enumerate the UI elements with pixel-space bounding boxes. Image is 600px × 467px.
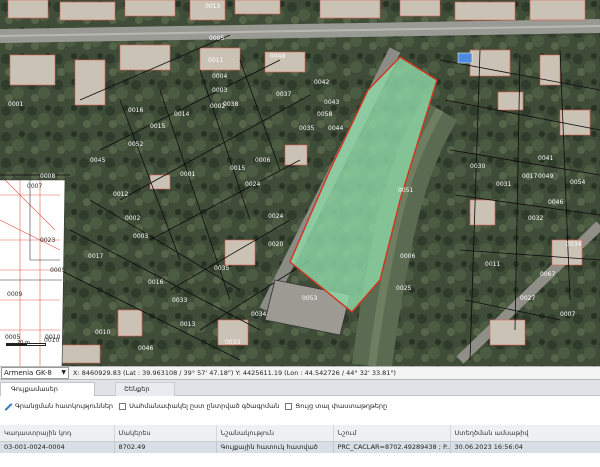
parcel-label: 0034 — [566, 241, 581, 248]
parcel-label: 0067 — [540, 271, 555, 278]
parcel-label: 0031 — [496, 181, 511, 188]
parcel-label: 0004 — [212, 73, 227, 80]
area-cell: 8702.49 — [114, 441, 217, 453]
cursor-coordinates: X: 8460929.83 (Lat : 39.963108 / 39° 57'… — [73, 369, 396, 377]
parcel-label: 0044 — [328, 125, 343, 132]
column-header[interactable]: Նշանակություն — [216, 425, 334, 442]
parcel-label: 0046 — [548, 199, 563, 206]
table-row[interactable]: 03-001-0024-0004 8702.49 Գույքային հատու… — [0, 441, 600, 453]
parcel-label: 0013 — [205, 3, 220, 10]
parcel-label: 0035 — [214, 265, 229, 272]
scale-right-label: 0010 — [45, 334, 61, 341]
parcel-label: 0006 — [255, 157, 270, 164]
parcels-table: Կադաստրային կոդ Մակերես Նշանակություն Նշ… — [0, 425, 600, 467]
parcel-label: 0012 — [113, 191, 128, 198]
crs-dropdown[interactable]: Armenia GK-8 ▼ — [1, 367, 69, 379]
checkbox-icon — [285, 402, 293, 410]
parcel-label: 0011 — [485, 261, 500, 268]
parcel-label: 0034 — [251, 311, 266, 318]
parcel-label: 0052 — [128, 141, 143, 148]
column-header[interactable]: Կադաստրային կոդ — [0, 425, 115, 442]
parcel-label: 0006 — [400, 253, 415, 260]
parcel-label: 0013 — [180, 321, 195, 328]
satellite-map[interactable]: 0013 0048 0005 0011 0004 0003 0002 0001 0016 0015… — [0, 0, 600, 366]
parcel-label: 0048 — [270, 53, 285, 60]
parcel-label: 0009 — [7, 291, 22, 298]
parcel-label: 0016 — [128, 107, 143, 114]
column-header[interactable]: Մակերես — [114, 425, 217, 442]
parcel-label: 0023 — [40, 237, 55, 244]
table-header-row: Կադաստրային կոդ Մակերես Նշանակություն Նշ… — [0, 425, 600, 442]
parcel-label: 0007 — [27, 183, 42, 190]
parcel-label: 0027 — [520, 295, 535, 302]
parcel-label: 0033 — [172, 297, 187, 304]
chevron-down-icon: ▼ — [61, 369, 66, 376]
parcel-label: 0010 — [95, 329, 110, 336]
parcel-label: 0003 — [133, 233, 148, 240]
parcel-label: 0035 — [299, 125, 314, 132]
parcel-label: 0033 — [225, 339, 240, 346]
parcel-label: 0043 — [324, 99, 339, 106]
parcel-label: 0015 — [150, 123, 165, 130]
parcel-label: 0015 — [230, 165, 245, 172]
map-canvas[interactable]: 0013 0048 0005 0011 0004 0003 0002 0001 0016 0015… — [0, 0, 600, 366]
note-cell: PRC_CACLAR=8702.49289438 ; P... — [333, 441, 451, 453]
crs-value: Armenia GK-8 — [4, 369, 52, 377]
tab-bar: Գույքամասեր Շենքեր — [0, 380, 600, 396]
checkbox-icon — [119, 402, 127, 410]
parcel-label: 0007 — [560, 311, 575, 318]
parcel-label: 0054 — [570, 179, 585, 186]
parcel-label: 0058 — [317, 111, 332, 118]
parcel-label: 0017 — [88, 253, 103, 260]
coordinate-bar: Armenia GK-8 ▼ X: 8460929.83 (Lat : 39.9… — [0, 366, 600, 380]
show-documents-checkbox[interactable]: Ցույց տալ փաստաթղթերը — [285, 402, 387, 410]
parcel-label: 0020 — [268, 241, 283, 248]
parcel-label: 0032 — [528, 215, 543, 222]
parcel-label: 0001 — [8, 101, 23, 108]
created-date-cell: 30.06.2023 16:56:04 — [450, 441, 600, 453]
parcel-label: 0024 — [268, 213, 283, 220]
parcel-label: 0046 — [138, 345, 153, 352]
parcel-label: 0008 — [40, 173, 55, 180]
parcel-label: 0017 — [522, 173, 537, 180]
parcel-label: 0049 — [538, 173, 553, 180]
parcel-label: 0025 — [396, 285, 411, 292]
parcel-label: 0030 — [470, 163, 485, 170]
parcel-label: 0003 — [212, 87, 227, 94]
parcel-label: 0037 — [276, 91, 291, 98]
toolbar: Գրանցման հատկություններ Սահմանափակել ըստ… — [0, 396, 600, 416]
column-header[interactable]: Նշում — [333, 425, 451, 442]
edit-properties-button[interactable]: Գրանցման հատկություններ — [3, 402, 113, 411]
pencil-icon — [3, 402, 12, 411]
purpose-cell: Գույքային հատուկ հատված — [216, 441, 334, 453]
parcel-label: 0053 — [302, 295, 317, 302]
parcel-label: 0005 — [209, 35, 224, 42]
parcel-label: 0038 — [223, 101, 238, 108]
restrict-to-selection-label: Սահմանափակել ըստ ընտրված գծագրման — [129, 402, 280, 410]
parcel-label: 0042 — [314, 79, 329, 86]
parcel-label: 0024 — [245, 181, 260, 188]
parcel-label: 0001 — [180, 171, 195, 178]
restrict-to-selection-checkbox[interactable]: Սահմանափակել ըստ ընտրված գծագրման — [119, 402, 279, 410]
edit-properties-label: Գրանցման հատկություններ — [15, 402, 114, 410]
parcel-label: 0014 — [174, 111, 189, 118]
tab-buildings-label: Շենքեր — [124, 385, 150, 393]
scale-bar: 0005 0010 20 m — [3, 334, 63, 352]
column-header[interactable]: Ստեղծման ամսաթիվ — [450, 425, 600, 442]
parcel-label: 0016 — [148, 279, 163, 286]
parcel-label: 0041 — [538, 155, 553, 162]
tab-buildings[interactable]: Շենքեր — [115, 382, 175, 396]
tab-parcels-label: Գույքամասեր — [11, 385, 58, 393]
parcel-label: 0011 — [208, 57, 223, 64]
parcel-label: 0051 — [398, 187, 413, 194]
parcel-label: 0045 — [90, 157, 105, 164]
tab-parcels[interactable]: Գույքամասեր — [0, 382, 95, 396]
scale-bar-graphic — [6, 343, 46, 346]
cadastral-code-cell: 03-001-0024-0004 — [0, 441, 115, 453]
parcel-label: 0002 — [125, 215, 140, 222]
parcel-label: 0005 — [50, 267, 65, 274]
show-documents-label: Ցույց տալ փաստաթղթերը — [295, 402, 388, 410]
